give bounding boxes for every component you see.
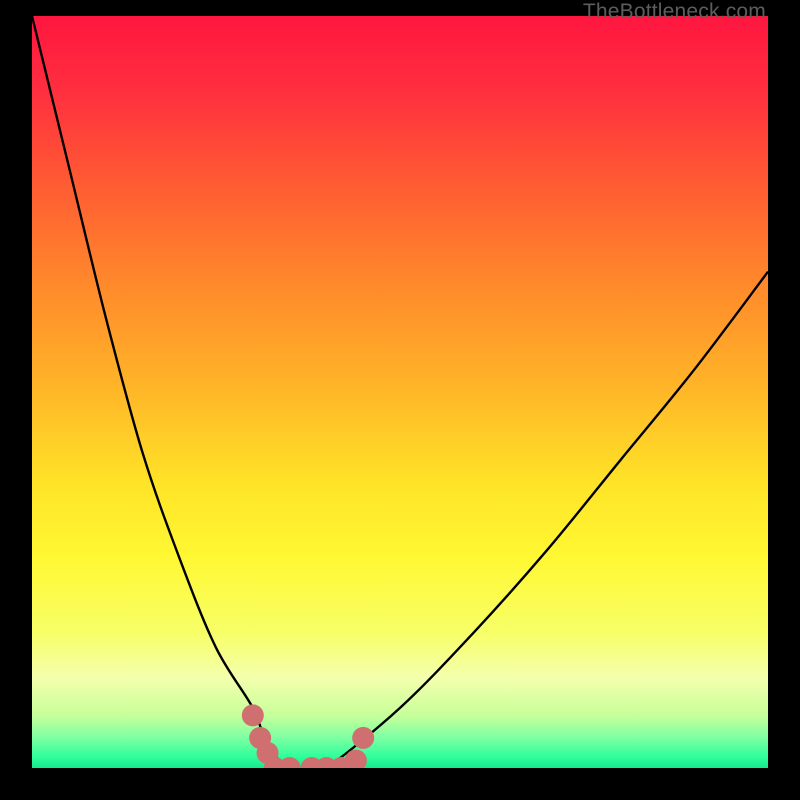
bottleneck-curve [32,16,768,768]
curve-valley-marker [242,704,374,768]
watermark-text: TheBottleneck.com [583,0,766,24]
valley-dot [242,704,264,726]
chart-stage: TheBottleneck.com [0,0,800,800]
valley-dot [352,727,374,749]
plot-area [32,16,768,768]
curve-layer [32,16,768,768]
valley-dot [279,757,301,768]
